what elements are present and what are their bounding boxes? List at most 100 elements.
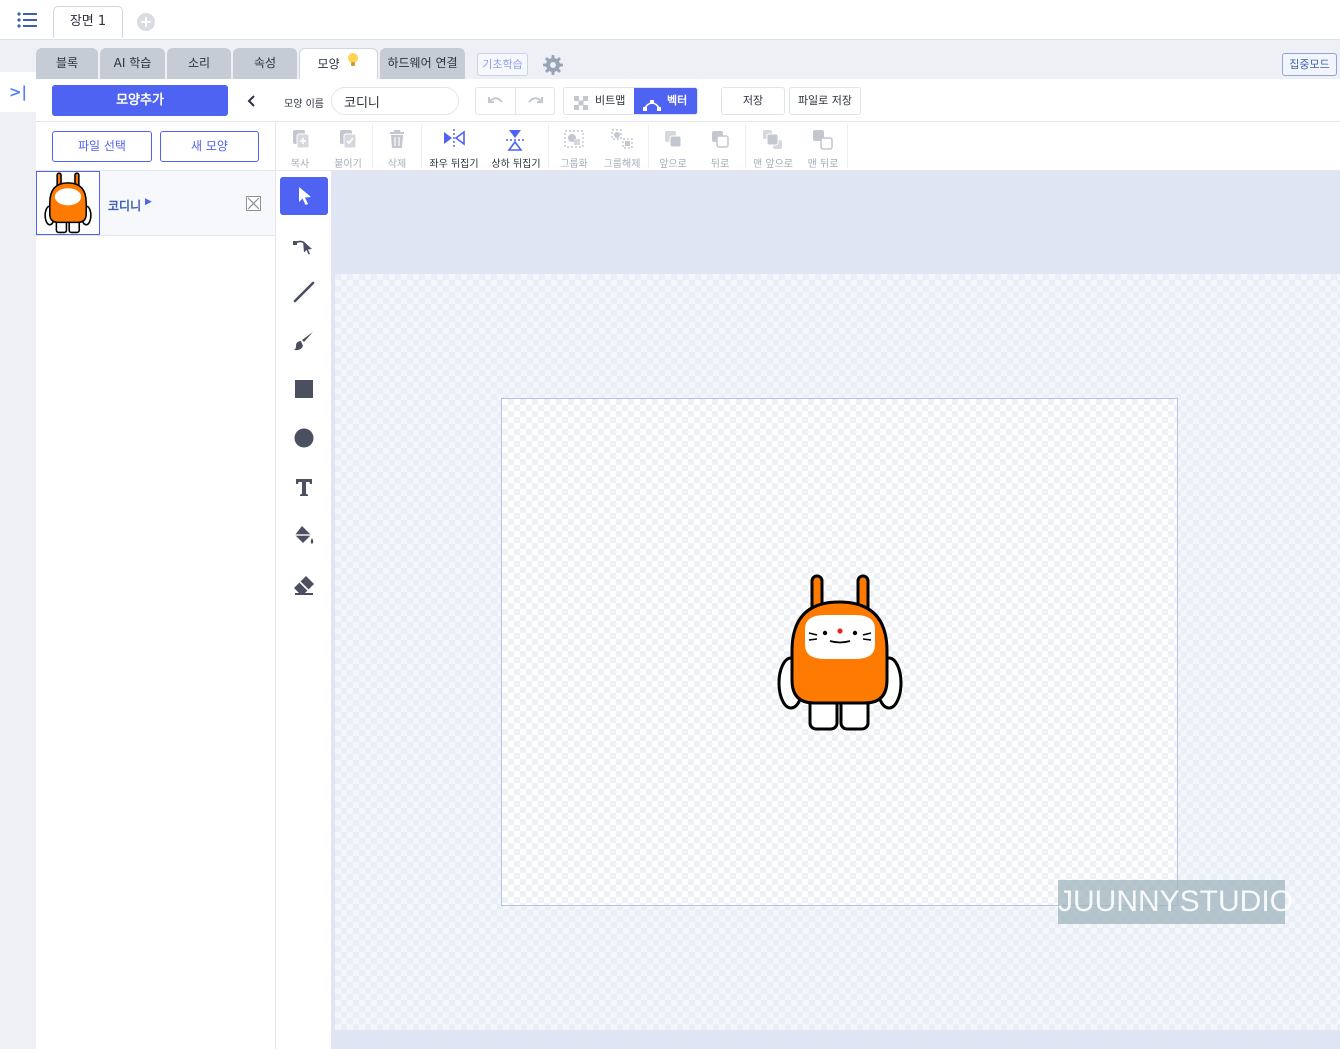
brush-icon: [294, 332, 313, 351]
tab-properties[interactable]: 속성: [233, 48, 297, 79]
flip-vertical-icon: [506, 130, 524, 151]
shape-name-label: 모양 이름: [284, 99, 324, 110]
ungroup-button[interactable]: 그룹해제: [599, 124, 645, 170]
toolbar-divider: [548, 124, 549, 168]
toolbar-divider: [745, 124, 746, 168]
tab-hardware[interactable]: 하드웨어 연결: [380, 48, 465, 79]
copy-icon: [293, 130, 310, 149]
ellipse-icon: [294, 428, 314, 448]
toolbar-divider: [372, 124, 373, 168]
undo-redo-group: [475, 87, 555, 115]
bring-forward-button[interactable]: 앞으로: [652, 124, 694, 170]
gear-icon[interactable]: [542, 54, 564, 76]
bring-to-front-button[interactable]: 맨 앞으로: [748, 124, 798, 170]
select-icon: [299, 187, 311, 205]
save-button[interactable]: 저장: [721, 87, 785, 115]
bitmap-icon: [574, 94, 588, 114]
shape-name-input[interactable]: [331, 87, 459, 115]
eraser-tool[interactable]: [280, 566, 328, 604]
bitmap-mode-button[interactable]: 비트맵: [564, 88, 634, 114]
mode-toggle: 비트맵 벡터: [563, 87, 698, 115]
add-shape-button[interactable]: 모양추가: [52, 85, 228, 116]
fill-tool[interactable]: [280, 517, 328, 555]
group-icon: [564, 130, 584, 148]
reshape-tool[interactable]: [280, 226, 328, 264]
bring-to-front-label: 맨 앞으로: [753, 159, 793, 170]
paste-icon: [340, 130, 357, 149]
line-icon: [293, 281, 315, 303]
redo-icon[interactable]: [525, 93, 545, 113]
group-button[interactable]: 그룹화: [552, 124, 596, 170]
vector-mode-button[interactable]: 벡터: [634, 88, 697, 114]
vector-label: 벡터: [667, 94, 688, 107]
add-scene-button[interactable]: +: [137, 13, 155, 31]
bring-forward-label: 앞으로: [659, 159, 687, 170]
tab-row: [36, 40, 1340, 79]
line-tool[interactable]: [280, 273, 328, 311]
flip-horizontal-label: 좌우 뒤집기: [429, 159, 479, 170]
copy-label: 복사: [290, 159, 310, 170]
lightbulb-icon: [347, 49, 359, 80]
scene-bar: [0, 0, 1340, 40]
delete-button[interactable]: 삭제: [376, 124, 418, 170]
save-to-file-button[interactable]: 파일로 저장: [789, 87, 861, 115]
eraser-icon: [294, 576, 314, 595]
select-tool[interactable]: [280, 177, 328, 215]
text-tool[interactable]: [280, 468, 328, 506]
file-select-button[interactable]: 파일 선택: [52, 131, 152, 162]
send-to-back-button[interactable]: 맨 뒤로: [800, 124, 846, 170]
tab-blocks[interactable]: 블록: [36, 48, 98, 79]
rectangle-tool[interactable]: [280, 370, 328, 408]
rectangle-icon: [295, 380, 313, 398]
shape-thumbnail[interactable]: [36, 171, 100, 235]
trash-icon: [390, 130, 404, 148]
send-to-back-label: 맨 뒤로: [807, 159, 839, 170]
chevron-left-icon[interactable]: [244, 90, 260, 112]
toolbar-divider: [421, 124, 422, 168]
group-label: 그룹화: [560, 159, 588, 170]
bitmap-label: 비트맵: [595, 94, 626, 107]
tab-ai-learning[interactable]: AI 학습: [100, 48, 165, 79]
close-icon[interactable]: [246, 196, 261, 211]
bring-forward-icon: [665, 131, 682, 148]
brush-tool[interactable]: [280, 322, 328, 360]
shape-item-name: 코디니: [108, 199, 142, 213]
paste-label: 붙이기: [334, 159, 362, 170]
list-menu-icon[interactable]: [14, 10, 40, 32]
tab-sound[interactable]: 소리: [167, 48, 231, 79]
vector-icon: [643, 95, 661, 114]
scene-tab-1[interactable]: 장면 1: [53, 6, 123, 38]
watermark: JUUNNYSTUDIO: [1058, 880, 1293, 924]
shape-list-panel: [36, 122, 276, 1049]
ungroup-icon: [611, 129, 633, 149]
toolbar-divider: [847, 124, 848, 168]
undo-icon[interactable]: [486, 93, 506, 113]
caret-right-icon[interactable]: ▶: [145, 197, 152, 207]
basics-button[interactable]: 기초학습: [477, 53, 528, 76]
flip-horizontal-icon: [444, 129, 465, 147]
tab-shape-label: 모양: [317, 57, 340, 71]
send-backward-icon: [712, 131, 729, 148]
flip-horizontal-button[interactable]: 좌우 뒤집기: [424, 124, 484, 170]
side-collapse-strip: [0, 40, 36, 1049]
ungroup-label: 그룹해제: [603, 159, 641, 170]
text-icon: [296, 479, 312, 496]
delete-label: 삭제: [387, 159, 407, 170]
bring-to-front-icon: [763, 130, 782, 149]
send-backward-button[interactable]: 뒤로: [700, 124, 740, 170]
codini-character[interactable]: [775, 573, 905, 733]
ellipse-tool[interactable]: [280, 419, 328, 457]
expand-panel-icon[interactable]: >|: [0, 72, 36, 112]
new-shape-button[interactable]: 새 모양: [160, 131, 259, 162]
tab-shape[interactable]: 모양: [299, 48, 378, 79]
paste-button[interactable]: 붙이기: [326, 124, 370, 170]
focus-mode-button[interactable]: 집중모드: [1282, 53, 1337, 76]
flip-vertical-button[interactable]: 상하 뒤집기: [487, 124, 545, 170]
send-to-back-icon: [813, 130, 833, 150]
copy-button[interactable]: 복사: [280, 124, 320, 170]
fill-icon: [295, 526, 314, 544]
send-backward-label: 뒤로: [710, 159, 730, 170]
reshape-icon: [293, 240, 312, 255]
toolbar-divider: [648, 124, 649, 168]
flip-vertical-label: 상하 뒤집기: [491, 159, 541, 170]
